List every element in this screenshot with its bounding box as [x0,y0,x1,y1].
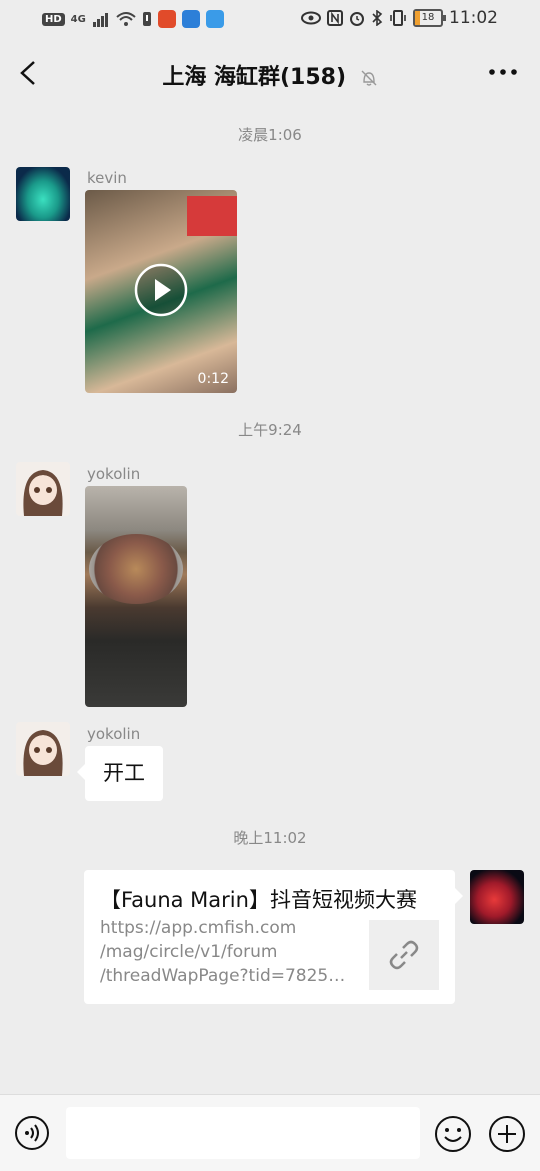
link-url-line: /threadWapPage?tid=78256… [100,966,356,986]
link-thumbnail [369,920,439,990]
more-functions-button[interactable] [488,1115,526,1157]
voice-icon [15,1116,49,1150]
status-clock: 11:02 [449,8,498,28]
sender-name: yokolin [87,725,141,743]
image-message[interactable] [85,486,187,707]
chat-title-wrap: 上海 海缸群(158) [0,59,540,91]
avatar-kevin[interactable] [16,167,70,221]
timestamp: 凌晨1:06 [238,126,302,144]
alert-icon [142,12,151,26]
link-url-line: /mag/circle/v1/forum [100,942,278,962]
app-notification-icon [157,10,176,28]
wifi-icon [116,12,136,26]
avatar-self[interactable] [470,870,524,924]
battery-icon: 18 [413,9,446,27]
anime-avatar-image [23,730,63,776]
bluetooth-icon [372,10,383,26]
plus-icon [489,1116,525,1152]
avatar-yokolin[interactable] [16,722,70,776]
timestamp: 晚上11:02 [233,829,307,847]
vibrate-icon [390,10,406,26]
link-url-line: https://app.cmfish.com [100,918,297,938]
more-button[interactable] [488,64,518,78]
timestamp: 上午9:24 [238,421,302,439]
battery-level: 18 [421,12,435,23]
more-icon [489,69,517,75]
hd-badge: HD [42,12,65,26]
emoji-button[interactable] [434,1115,472,1157]
bird-notification-icon [181,10,200,28]
emoji-icon [435,1116,471,1152]
voice-button[interactable] [14,1115,50,1155]
play-icon[interactable] [134,263,188,317]
status-bar: HD 4G 18 11:02 [0,0,540,40]
nfc-icon [327,10,343,26]
video-duration: 0:12 [197,371,229,387]
pot-detail [89,534,183,604]
anime-avatar-image [23,470,63,516]
status-right: 18 11:02 [301,8,498,28]
clock-app-notification-icon [205,10,224,28]
video-thumbnail-detail [187,196,237,236]
chat-header: 上海 海缸群(158) [0,42,540,104]
network-badge: 4G [70,13,86,25]
status-left: HD 4G [42,10,224,28]
chat-title: 上海 海缸群(158) [162,65,347,90]
text-message-bubble[interactable]: 开工 [77,746,163,801]
input-bar [0,1094,540,1171]
link-card-url: https://app.cmfish.com /mag/circle/v1/fo… [100,916,356,988]
sender-name: yokolin [87,465,141,483]
link-card-title: 【Fauna Marin】抖音短视频大赛 [100,888,417,912]
signal-icon [92,13,108,27]
eye-icon [301,11,321,25]
link-icon [389,940,419,970]
video-message[interactable]: 0:12 [85,190,237,393]
sender-name: kevin [87,169,127,187]
text-message: 开工 [103,761,145,785]
avatar-yokolin[interactable] [16,462,70,516]
alarm-icon [350,12,364,26]
message-input[interactable] [66,1107,420,1159]
link-card-message[interactable]: 【Fauna Marin】抖音短视频大赛 https://app.cmfish.… [84,870,463,1004]
mute-bell-icon [361,70,377,86]
